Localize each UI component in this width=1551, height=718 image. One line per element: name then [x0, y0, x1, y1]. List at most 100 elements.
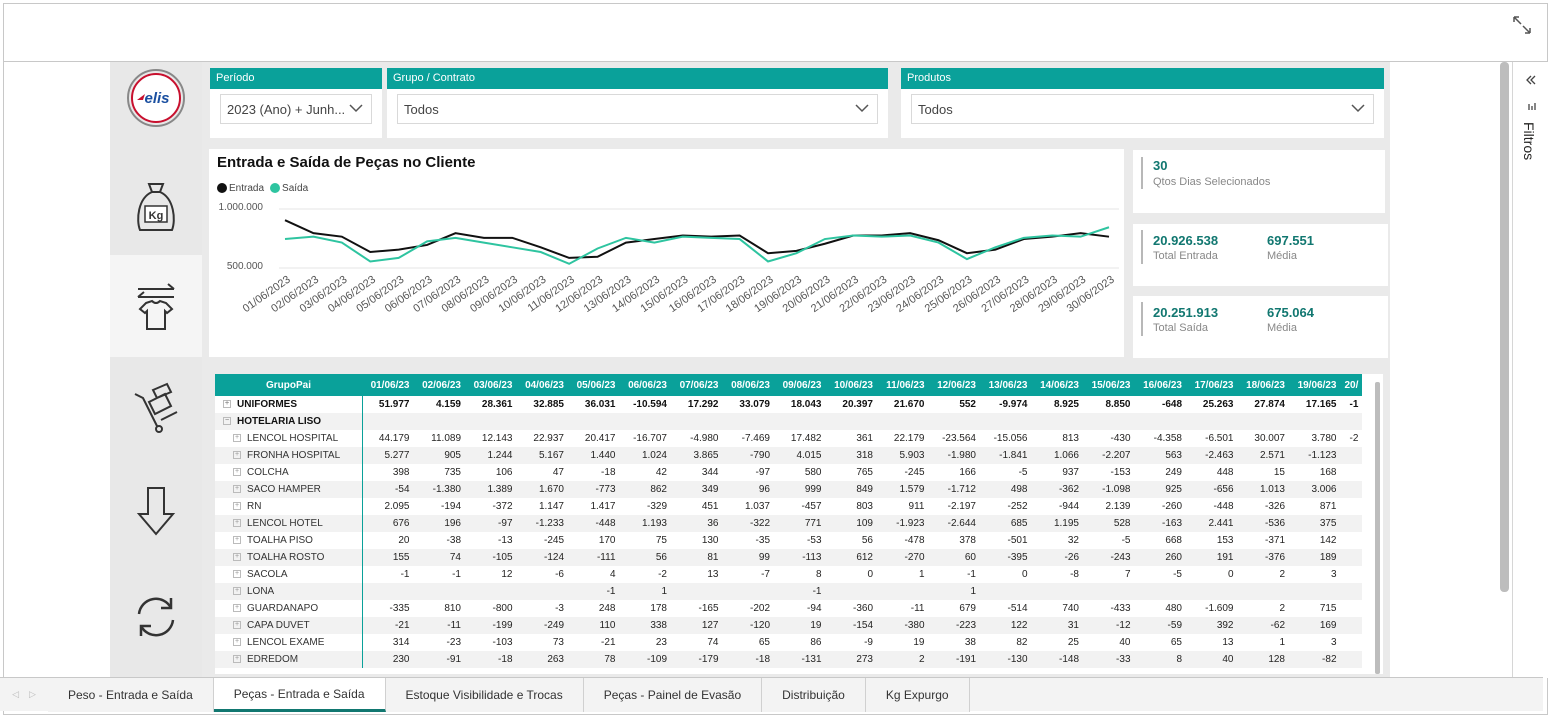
expand-icon[interactable]: + — [233, 604, 241, 613]
column-header[interactable]: 07/06/23 — [671, 374, 723, 396]
column-header[interactable]: 01/06/23 — [362, 374, 414, 396]
collapse-icon[interactable]: − — [223, 417, 231, 426]
table-cell: 715 — [1319, 603, 1337, 614]
slicer-produtos-label: Produtos — [901, 68, 1384, 89]
column-header[interactable]: 13/06/23 — [980, 374, 1032, 396]
table-cell: 23 — [655, 637, 667, 648]
table-cell: -800 — [492, 603, 513, 614]
tab-page-5[interactable]: Distribuição — [762, 678, 866, 712]
exchange-shirt-icon[interactable] — [110, 255, 202, 357]
table-row: + LENCOL EXAME 314 -23 -103 73 -21 23 74 65 86 -9 19… — [215, 634, 1362, 651]
expand-icon[interactable]: + — [233, 502, 241, 511]
expand-icon[interactable]: + — [233, 655, 241, 664]
column-header[interactable]: 19/06/23 — [1289, 374, 1341, 396]
expand-icon[interactable]: + — [233, 570, 241, 579]
column-header[interactable]: 18/06/23 — [1237, 374, 1289, 396]
table-cell: -1 — [452, 569, 461, 580]
table-row: + LENCOL HOTEL 676 196 -97 -1.233 -448 1.193 36-… — [215, 515, 1363, 532]
prev-page-icon[interactable]: ◁ — [12, 689, 19, 700]
column-header[interactable]: 04/06/23 — [516, 374, 568, 396]
page-scrollbar[interactable] — [1500, 62, 1509, 592]
table-cell: 230 — [362, 651, 414, 668]
slicer-periodo-dropdown[interactable]: 2023 (Ano) + Junh... — [220, 94, 372, 124]
table-cell: 668 — [1165, 535, 1182, 546]
column-header[interactable]: 15/06/23 — [1083, 374, 1135, 396]
column-header[interactable]: 05/06/23 — [568, 374, 620, 396]
kpi-saida-card: 20.251.913 Total Saída 675.064 Média — [1133, 296, 1388, 358]
table-cell: 51.977 — [378, 399, 410, 410]
expand-icon[interactable]: + — [223, 400, 231, 409]
kg-bag-icon[interactable]: Kg — [110, 167, 202, 247]
column-header[interactable]: 20/ — [1340, 374, 1363, 396]
expand-icon[interactable]: + — [233, 621, 241, 630]
table-cell: 82 — [1016, 637, 1028, 648]
table-cell: 2.441 — [1186, 515, 1238, 532]
filters-pane[interactable]: Filtros — [1512, 62, 1548, 678]
tab-page-1[interactable]: Peso - Entrada e Saída — [48, 678, 214, 712]
table-cell: 36.031 — [584, 399, 616, 410]
column-header[interactable]: 03/06/23 — [465, 374, 517, 396]
expand-icon[interactable] — [1511, 14, 1533, 36]
column-header[interactable]: 12/06/23 — [928, 374, 980, 396]
table-cell: 42 — [655, 467, 667, 478]
refresh-icon[interactable] — [110, 582, 202, 652]
row-header: + GUARDANAPO — [215, 600, 363, 617]
table-cell: -91 — [413, 651, 465, 668]
dolly-icon[interactable] — [110, 367, 202, 447]
table-cell: 937 — [1062, 467, 1079, 478]
expand-icon[interactable]: + — [233, 468, 241, 477]
table-cell: -372 — [492, 501, 513, 512]
column-header[interactable]: 14/06/23 — [1031, 374, 1083, 396]
table-cell: 21.670 — [893, 399, 925, 410]
expand-icon[interactable]: + — [233, 638, 241, 647]
row-header: + UNIFORMES — [215, 396, 363, 413]
table-cell: 65 — [1170, 637, 1182, 648]
table-cell: 1.244 — [465, 447, 517, 464]
next-page-icon[interactable]: ▷ — [29, 689, 36, 700]
table-cell: 15 — [1273, 467, 1285, 478]
series-line-saida[interactable] — [284, 226, 1110, 265]
table-row: − HOTELARIA LISO — [215, 413, 1363, 430]
arrow-down-icon[interactable] — [110, 477, 202, 547]
tab-page-3[interactable]: Estoque Visibilidade e Trocas — [385, 678, 584, 712]
table-cell: -245 — [904, 467, 925, 478]
table-cell: -252 — [1007, 501, 1028, 512]
expand-icon[interactable]: + — [233, 553, 241, 562]
table-cell: -12 — [1083, 617, 1135, 634]
table-cell: -322 — [722, 515, 774, 532]
tab-page-6[interactable]: Kg Expurgo — [865, 678, 970, 712]
column-header[interactable]: 17/06/23 — [1186, 374, 1238, 396]
table-cell: -2.644 — [928, 515, 980, 532]
table-cell: 17.292 — [687, 399, 719, 410]
table-row: + SACO HAMPER -54 -1.380 1.389 1.670 -773 862 34… — [215, 481, 1363, 498]
table-cell: 5.167 — [516, 447, 568, 464]
tab-page-2[interactable]: Peças - Entrada e Saída — [213, 678, 386, 712]
tab-page-4[interactable]: Peças - Painel de Evasão — [583, 678, 763, 712]
column-header[interactable]: 16/06/23 — [1134, 374, 1186, 396]
table-cell: -35 — [755, 535, 770, 546]
table-cell — [722, 413, 774, 430]
expand-icon[interactable]: + — [233, 536, 241, 545]
table-scrollbar[interactable] — [1375, 382, 1380, 674]
table-cell: 1.066 — [1031, 447, 1083, 464]
column-header[interactable]: 02/06/23 — [413, 374, 465, 396]
expand-icon[interactable]: + — [233, 519, 241, 528]
expand-icon[interactable]: + — [233, 451, 241, 460]
table-cell: -97 — [755, 467, 770, 478]
table-cell: 153 — [1216, 535, 1234, 546]
column-header[interactable]: 11/06/23 — [877, 374, 929, 396]
table-cell: 2 — [1279, 569, 1285, 580]
column-header[interactable]: 08/06/23 — [722, 374, 774, 396]
column-header[interactable]: 09/06/23 — [774, 374, 826, 396]
slicer-produtos-dropdown[interactable]: Todos — [911, 94, 1374, 124]
column-header[interactable]: 06/06/23 — [619, 374, 671, 396]
collapse-chevron-icon[interactable] — [1525, 74, 1537, 86]
table-cell: 170 — [598, 535, 616, 546]
expand-icon[interactable]: + — [233, 485, 241, 494]
column-header-grupopai[interactable]: GrupoPai — [215, 374, 362, 396]
expand-icon[interactable]: + — [233, 434, 241, 443]
expand-icon[interactable]: + — [233, 587, 241, 596]
table-cell: -773 — [568, 481, 620, 498]
slicer-grupo-dropdown[interactable]: Todos — [397, 94, 878, 124]
column-header[interactable]: 10/06/23 — [825, 374, 877, 396]
